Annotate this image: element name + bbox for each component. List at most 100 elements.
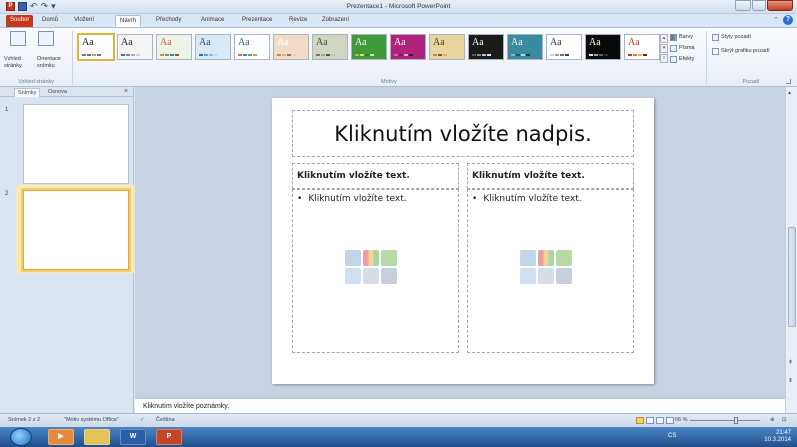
tab-design[interactable]: Návrh — [115, 15, 142, 27]
spellcheck-icon[interactable]: ✓ — [140, 417, 145, 423]
theme-thumbnail[interactable]: Aa — [546, 34, 582, 60]
scroll-up-arrow-icon[interactable]: ▴ — [788, 89, 791, 96]
minimize-ribbon-icon[interactable]: ⌃ — [773, 16, 779, 24]
theme-thumbnail[interactable]: Aa — [351, 34, 387, 60]
insert-chart-icon[interactable] — [538, 250, 554, 266]
word-taskbar-icon[interactable]: W — [120, 429, 146, 445]
theme-color-swatch — [214, 54, 218, 56]
background-dialog-launcher[interactable] — [786, 79, 791, 84]
powerpoint-taskbar-icon[interactable]: P — [156, 429, 182, 445]
background-styles-button[interactable]: Styly pozadí — [712, 33, 751, 42]
theme-thumbnail[interactable]: Aa — [234, 34, 270, 60]
minimize-button[interactable] — [735, 0, 751, 11]
insert-smartart-icon[interactable] — [381, 250, 397, 266]
zoom-slider[interactable] — [690, 420, 760, 421]
theme-fonts-button[interactable]: Písma — [670, 44, 695, 53]
zoom-level[interactable]: 66 % — [675, 417, 688, 423]
left-content-placeholder[interactable]: • Kliknutím vložíte text. — [292, 189, 459, 353]
zoom-slider-knob[interactable] — [734, 417, 738, 424]
input-language[interactable]: CS — [668, 433, 676, 439]
fit-to-window-icon[interactable]: ⊡ — [782, 417, 787, 423]
theme-thumbnail[interactable]: Aa — [429, 34, 465, 60]
zoom-in-icon[interactable]: ⊕ — [770, 417, 775, 423]
theme-thumbnail[interactable]: Aa — [77, 33, 115, 61]
theme-thumbnail[interactable]: Aa — [507, 34, 543, 60]
explorer-icon[interactable] — [84, 429, 110, 445]
clock[interactable]: 21:47 10.3.2014 — [764, 430, 791, 444]
next-slide-icon[interactable]: ⇟ — [788, 377, 793, 384]
right-content-placeholder[interactable]: • Kliknutím vložíte text. — [467, 189, 634, 353]
insert-table-icon[interactable] — [345, 250, 361, 266]
theme-color-swatch — [170, 54, 174, 56]
tab-slideshow[interactable]: Prezentace — [238, 15, 276, 27]
slideshow-view-icon[interactable] — [666, 417, 674, 424]
right-header-placeholder[interactable]: Kliknutím vložíte text. — [467, 163, 634, 189]
tab-home[interactable]: Domů — [38, 15, 62, 27]
title-bar: P ↶ ↷ ▾ Prezentace1 - Microsoft PowerPoi… — [0, 0, 797, 14]
slide-number: 2 — [5, 191, 9, 197]
insert-clipart-icon[interactable] — [538, 268, 554, 284]
theme-name[interactable]: "Motiv systému Office" — [64, 417, 119, 423]
gallery-down-button[interactable]: ▾ — [660, 44, 668, 53]
close-panel-icon[interactable]: × — [124, 88, 128, 95]
slide-thumbnail-1[interactable] — [23, 104, 129, 184]
tab-view[interactable]: Zobrazení — [318, 15, 353, 27]
help-icon[interactable]: ? — [783, 15, 793, 25]
gallery-up-button[interactable]: ▴ — [660, 34, 668, 43]
close-button[interactable] — [767, 0, 793, 11]
insert-media-icon[interactable] — [381, 268, 397, 284]
insert-picture-icon[interactable] — [345, 268, 361, 284]
tab-file[interactable]: Soubor — [6, 15, 33, 27]
insert-media-icon[interactable] — [556, 268, 572, 284]
slide-canvas[interactable]: Kliknutím vložíte nadpis. Kliknutím vlož… — [272, 98, 654, 384]
tab-insert[interactable]: Vložení — [70, 15, 98, 27]
theme-effects-button[interactable]: Efekty — [670, 55, 694, 64]
tab-animations[interactable]: Animace — [197, 15, 228, 27]
insert-table-icon[interactable] — [520, 250, 536, 266]
theme-thumbnail[interactable]: Aa — [312, 34, 348, 60]
tab-review[interactable]: Revize — [285, 15, 311, 27]
status-bar: Snímek 2 z 2 "Motiv systému Office" ✓ Če… — [0, 413, 797, 427]
theme-color-swatch — [238, 54, 242, 56]
theme-thumbnail[interactable]: Aa — [117, 34, 153, 60]
theme-thumbnail[interactable]: Aa — [156, 34, 192, 60]
hide-background-graphics-checkbox[interactable]: Skrýt grafiku pozadí — [712, 47, 770, 56]
theme-thumbnail[interactable]: Aa — [273, 34, 309, 60]
theme-colors-button[interactable]: Barvy — [670, 33, 693, 42]
theme-color-swatches — [82, 54, 101, 56]
tab-slides[interactable]: Snímky — [14, 88, 41, 97]
insert-picture-icon[interactable] — [520, 268, 536, 284]
previous-slide-icon[interactable]: ⇞ — [788, 359, 793, 366]
insert-chart-icon[interactable] — [363, 250, 379, 266]
gallery-more-button[interactable]: ▿ — [660, 54, 668, 63]
left-header-placeholder[interactable]: Kliknutím vložíte text. — [292, 163, 459, 189]
theme-thumbnail[interactable]: Aa — [624, 34, 660, 60]
title-placeholder[interactable]: Kliknutím vložíte nadpis. — [292, 110, 634, 157]
language[interactable]: Čeština — [156, 417, 175, 423]
theme-thumbnail[interactable]: Aa — [390, 34, 426, 60]
scrollbar-thumb[interactable] — [788, 227, 796, 327]
start-button[interactable] — [10, 428, 32, 446]
theme-thumbnail[interactable]: Aa — [585, 34, 621, 60]
tab-transitions[interactable]: Přechody — [152, 15, 185, 27]
page-setup-button[interactable] — [6, 31, 26, 48]
maximize-button[interactable] — [752, 0, 766, 11]
theme-sample-text: Aa — [394, 37, 406, 48]
normal-view-icon[interactable] — [636, 417, 644, 424]
notes-pane[interactable]: Kliknutím vložíte poznámky. — [135, 398, 785, 413]
insert-smartart-icon[interactable] — [556, 250, 572, 266]
insert-clipart-icon[interactable] — [363, 268, 379, 284]
reading-view-icon[interactable] — [656, 417, 664, 424]
tab-outline[interactable]: Osnova — [45, 88, 70, 97]
theme-color-swatch — [633, 54, 637, 56]
media-player-icon[interactable]: ▶ — [48, 429, 74, 445]
theme-color-swatches — [628, 54, 647, 56]
theme-color-swatch — [516, 54, 520, 56]
theme-thumbnail[interactable]: Aa — [195, 34, 231, 60]
slide-sorter-view-icon[interactable] — [646, 417, 654, 424]
slide-thumbnail-2[interactable] — [21, 188, 131, 272]
page-setup-group-label: Vzhled stránky — [17, 79, 55, 85]
vertical-scrollbar[interactable]: ▴ ⇞ ⇟ — [785, 87, 797, 413]
theme-thumbnail[interactable]: Aa — [468, 34, 504, 60]
slide-orientation-button[interactable] — [34, 31, 54, 48]
